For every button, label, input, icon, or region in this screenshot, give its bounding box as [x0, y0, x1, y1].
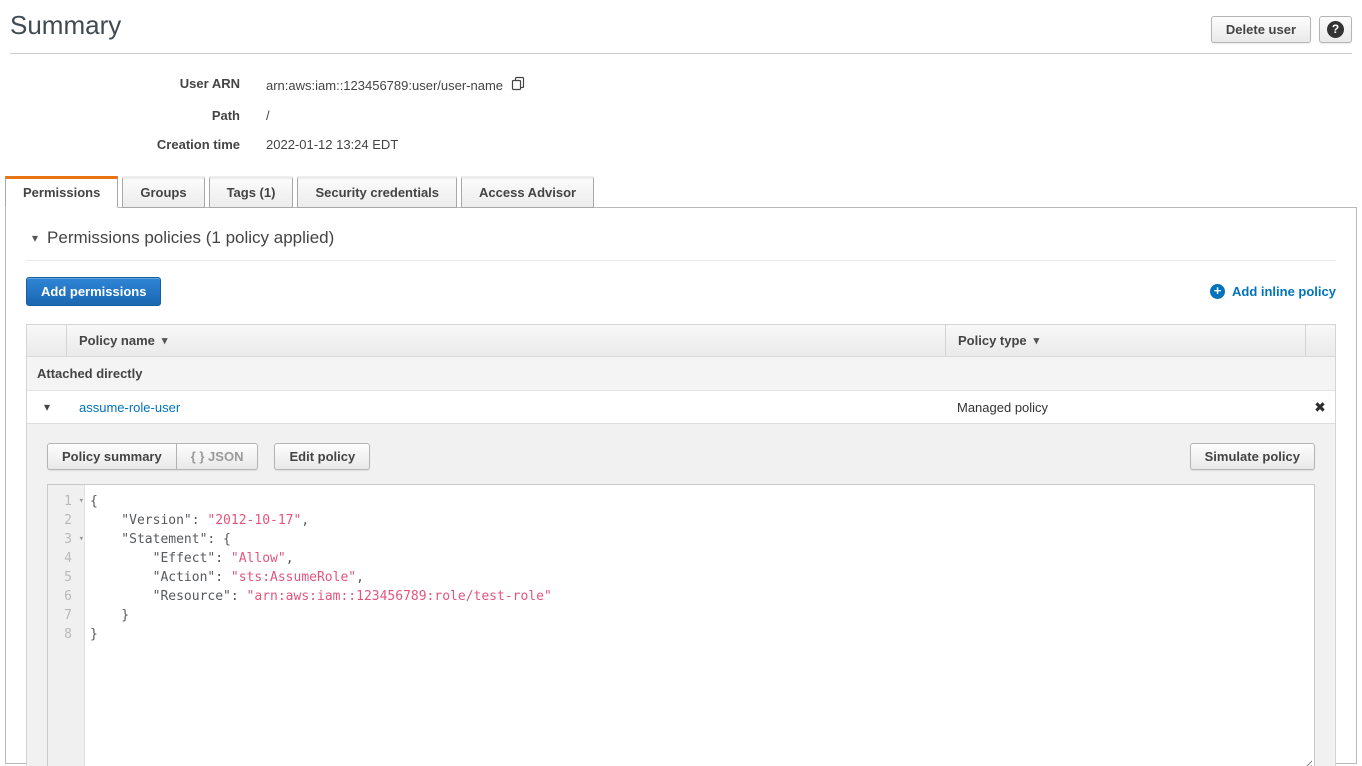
- editor-gutter: 12345678: [48, 485, 85, 766]
- line-number: 6: [48, 587, 84, 606]
- delete-user-button[interactable]: Delete user: [1211, 16, 1311, 43]
- help-icon: [1327, 21, 1344, 38]
- detail-row-path: Path /: [0, 108, 1362, 123]
- line-number: 4: [48, 549, 84, 568]
- header-actions: Delete user: [1211, 8, 1352, 43]
- row-expand-toggle[interactable]: [27, 400, 67, 414]
- user-details: User ARN arn:aws:iam::123456789:user/use…: [0, 76, 1362, 152]
- editor-code[interactable]: { "Version": "2012-10-17", "Statement": …: [85, 485, 1314, 766]
- code-line: "Resource": "arn:aws:iam::123456789:role…: [90, 587, 1314, 606]
- page-header: Summary Delete user: [0, 0, 1362, 43]
- code-line: }: [90, 625, 1314, 644]
- policy-name-link[interactable]: assume-role-user: [79, 400, 180, 415]
- policy-table-header: Policy name Policy type: [27, 325, 1335, 356]
- code-line: {: [90, 492, 1314, 511]
- help-button[interactable]: [1319, 16, 1352, 43]
- code-line: "Action": "sts:AssumeRole",: [90, 568, 1314, 587]
- policy-action-cell: [1305, 399, 1335, 416]
- policy-summary-button[interactable]: Policy summary: [47, 443, 177, 470]
- expand-column-header: [27, 325, 67, 356]
- sort-caret-icon: [1034, 334, 1040, 347]
- permissions-tab-panel: Permissions policies (1 policy applied) …: [5, 207, 1357, 764]
- tab-tags[interactable]: Tags (1): [209, 176, 294, 208]
- detail-row-creation-time: Creation time 2022-01-12 13:24 EDT: [0, 137, 1362, 152]
- json-view-button[interactable]: { } JSON: [177, 443, 259, 470]
- creation-time-label: Creation time: [0, 137, 240, 152]
- policy-table: Policy name Policy type Attached directl…: [26, 324, 1336, 766]
- code-line: "Version": "2012-10-17",: [90, 511, 1314, 530]
- tab-access-advisor[interactable]: Access Advisor: [461, 176, 594, 208]
- section-divider: [26, 260, 1336, 261]
- collapse-caret-icon: [32, 231, 38, 245]
- policy-detail-panel: Policy summary { } JSON Edit policy Simu…: [27, 423, 1335, 766]
- tab-groups[interactable]: Groups: [122, 176, 204, 208]
- detail-row-user-arn: User ARN arn:aws:iam::123456789:user/use…: [0, 76, 1362, 94]
- line-number: 1: [48, 492, 84, 511]
- action-column-header: [1305, 325, 1335, 356]
- permissions-policies-heading: Permissions policies (1 policy applied): [47, 228, 334, 248]
- row-expand-caret-icon: [44, 400, 50, 414]
- policy-type-cell: Managed policy: [945, 400, 1305, 415]
- line-number: 3: [48, 530, 84, 549]
- line-number: 2: [48, 511, 84, 530]
- fold-caret-icon[interactable]: [79, 492, 84, 511]
- policy-view-buttons: Policy summary { } JSON Edit policy: [47, 443, 370, 470]
- path-label: Path: [0, 108, 240, 123]
- attached-directly-group-row: Attached directly: [27, 356, 1335, 390]
- creation-time-value: 2022-01-12 13:24 EDT: [266, 137, 398, 152]
- policy-actions-row: Add permissions Add inline policy: [26, 277, 1336, 306]
- code-line: "Statement": {: [90, 530, 1314, 549]
- policy-type-column-header[interactable]: Policy type: [945, 325, 1305, 356]
- add-inline-policy-label: Add inline policy: [1232, 284, 1336, 299]
- code-line: "Effect": "Allow",: [90, 549, 1314, 568]
- code-line: }: [90, 606, 1314, 625]
- tab-security-credentials[interactable]: Security credentials: [297, 176, 457, 208]
- page-title: Summary: [10, 8, 121, 41]
- permissions-policies-section-toggle[interactable]: Permissions policies (1 policy applied): [26, 224, 1336, 260]
- policy-name-header-label: Policy name: [79, 333, 155, 348]
- user-arn-value: arn:aws:iam::123456789:user/user-name: [266, 78, 503, 93]
- line-number: 7: [48, 606, 84, 625]
- sort-caret-icon: [162, 334, 168, 347]
- detach-policy-icon[interactable]: [1314, 399, 1326, 415]
- fold-caret-icon[interactable]: [79, 530, 84, 549]
- simulate-policy-button[interactable]: Simulate policy: [1190, 443, 1315, 470]
- policy-table-row: assume-role-user Managed policy: [27, 390, 1335, 423]
- policy-detail-toolbar: Policy summary { } JSON Edit policy Simu…: [47, 443, 1315, 470]
- copy-icon[interactable]: [511, 76, 526, 94]
- tab-bar: Permissions Groups Tags (1) Security cre…: [5, 176, 1357, 207]
- add-permissions-button[interactable]: Add permissions: [26, 277, 161, 306]
- user-arn-label: User ARN: [0, 76, 240, 94]
- plus-circle-icon: [1210, 284, 1225, 299]
- policy-type-header-label: Policy type: [958, 333, 1027, 348]
- tab-permissions[interactable]: Permissions: [5, 176, 118, 208]
- line-number: 8: [48, 625, 84, 644]
- add-inline-policy-link[interactable]: Add inline policy: [1210, 284, 1336, 299]
- user-arn-value-wrap: arn:aws:iam::123456789:user/user-name: [266, 76, 526, 94]
- edit-policy-button[interactable]: Edit policy: [274, 443, 370, 470]
- path-value: /: [266, 108, 270, 123]
- policy-name-column-header[interactable]: Policy name: [67, 325, 945, 356]
- header-divider: [10, 53, 1352, 54]
- policy-json-editor[interactable]: 12345678 { "Version": "2012-10-17", "Sta…: [47, 484, 1315, 766]
- policy-name-cell: assume-role-user: [67, 400, 945, 415]
- line-number: 5: [48, 568, 84, 587]
